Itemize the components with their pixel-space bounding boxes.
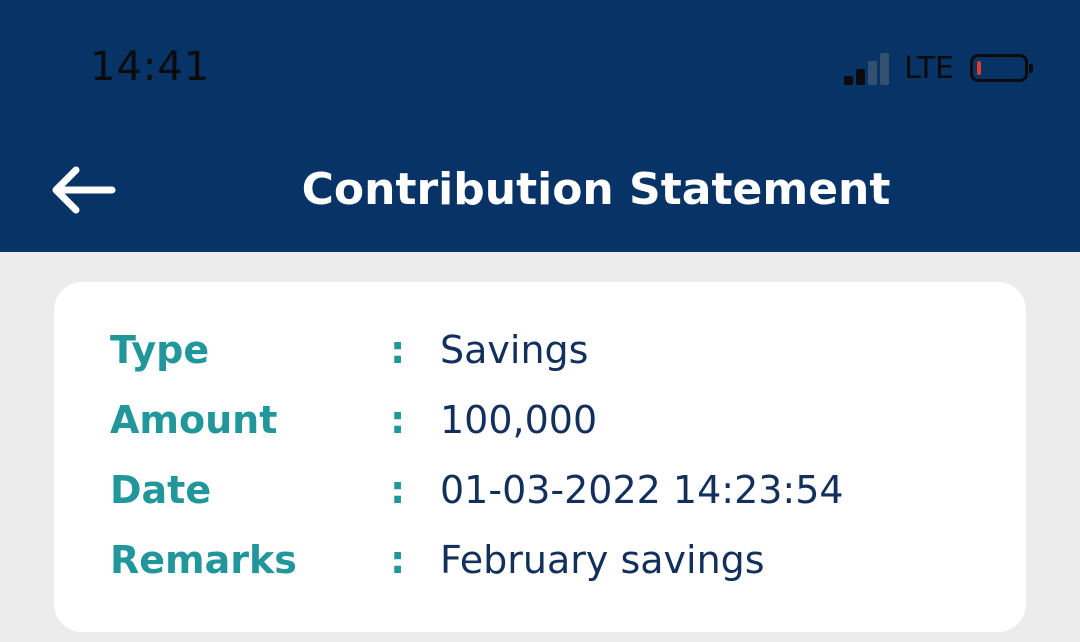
network-type: LTE bbox=[904, 50, 954, 86]
separator: : bbox=[390, 398, 406, 442]
row-remarks: Remarks : February savings bbox=[110, 530, 1010, 590]
separator: : bbox=[390, 328, 406, 372]
separator: : bbox=[390, 468, 406, 512]
row-amount: Amount : 100,000 bbox=[110, 390, 1010, 450]
row-date: Date : 01-03-2022 14:23:54 bbox=[110, 460, 1010, 520]
label-amount: Amount bbox=[110, 398, 278, 442]
label-type: Type bbox=[110, 328, 210, 372]
battery-icon bbox=[970, 54, 1033, 82]
value-remarks: February savings bbox=[440, 538, 765, 582]
value-date: 01-03-2022 14:23:54 bbox=[440, 468, 844, 512]
status-indicators: LTE bbox=[844, 50, 1033, 86]
label-remarks: Remarks bbox=[110, 538, 297, 582]
separator: : bbox=[390, 538, 406, 582]
label-date: Date bbox=[110, 468, 212, 512]
row-type: Type : Savings bbox=[110, 320, 1010, 380]
value-type: Savings bbox=[440, 328, 589, 372]
app-header: 14:41 LTE Contribution Statement bbox=[0, 0, 1080, 252]
status-time: 14:41 bbox=[90, 44, 211, 90]
signal-icon bbox=[844, 51, 892, 85]
value-amount: 100,000 bbox=[440, 398, 598, 442]
statement-card: Type : Savings Amount : 100,000 Date : 0… bbox=[54, 282, 1026, 632]
page-title: Contribution Statement bbox=[301, 164, 891, 215]
